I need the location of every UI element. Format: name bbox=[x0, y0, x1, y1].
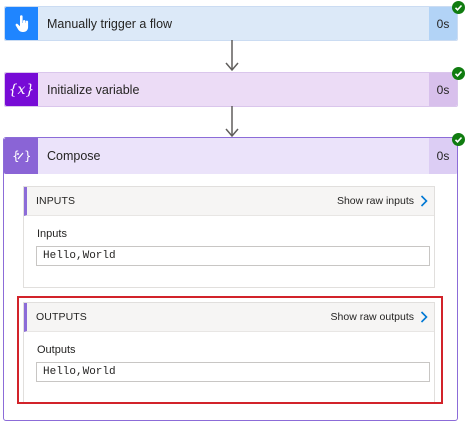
arrow-down-icon bbox=[225, 106, 239, 138]
chevron-right-icon bbox=[420, 195, 428, 207]
success-check-icon bbox=[452, 1, 465, 14]
step-title: Initialize variable bbox=[47, 82, 140, 97]
step-manual-trigger[interactable]: Manually trigger a flow 0s bbox=[4, 1, 465, 41]
step-title: Compose bbox=[47, 149, 101, 163]
step-title: Manually trigger a flow bbox=[47, 16, 173, 31]
inputs-section-header: INPUTS Show raw inputs bbox=[24, 187, 434, 216]
success-check-icon bbox=[452, 67, 465, 80]
success-check-icon bbox=[452, 133, 465, 146]
outputs-section-header: OUTPUTS Show raw outputs bbox=[24, 303, 434, 332]
inputs-field-label: Inputs bbox=[37, 228, 67, 240]
step-compose: { } Compose 0s INPUTS Show raw inputs In… bbox=[3, 133, 465, 421]
outputs-panel: OUTPUTS Show raw outputs Outputs Hello,W… bbox=[23, 302, 435, 404]
compose-header[interactable]: { } Compose 0s bbox=[4, 133, 465, 174]
show-raw-inputs-link[interactable]: Show raw inputs bbox=[337, 195, 428, 207]
arrow-down-icon bbox=[225, 40, 239, 72]
step-initialize-variable[interactable]: {x} Initialize variable 0s bbox=[4, 67, 465, 107]
show-raw-outputs-label: Show raw outputs bbox=[330, 311, 414, 323]
chevron-right-icon bbox=[420, 311, 428, 323]
inputs-value-field[interactable]: Hello,World bbox=[36, 246, 430, 266]
inputs-panel: INPUTS Show raw inputs Inputs Hello,Worl… bbox=[23, 186, 435, 288]
svg-text:}: } bbox=[24, 149, 30, 163]
show-raw-inputs-label: Show raw inputs bbox=[336, 195, 414, 207]
inputs-section-label: INPUTS bbox=[36, 195, 76, 207]
outputs-field-label: Outputs bbox=[37, 344, 76, 356]
outputs-value-field[interactable]: Hello,World bbox=[36, 362, 430, 382]
svg-text:{: { bbox=[12, 149, 20, 163]
show-raw-outputs-link[interactable]: Show raw outputs bbox=[331, 311, 428, 323]
variable-icon: {x} bbox=[5, 73, 38, 106]
outputs-section-label: OUTPUTS bbox=[36, 311, 87, 323]
hand-tap-icon bbox=[5, 7, 38, 40]
compose-icon: { } bbox=[4, 138, 38, 174]
